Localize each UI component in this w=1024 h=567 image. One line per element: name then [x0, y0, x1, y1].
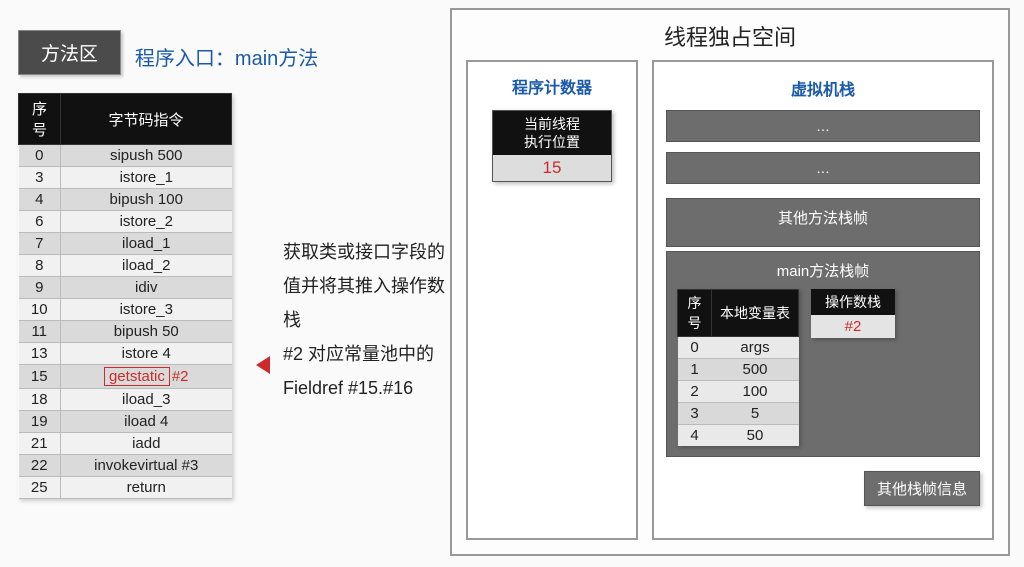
highlighted-operand: #2: [172, 368, 189, 385]
bytecode-row: 15getstatic#2: [19, 365, 232, 389]
bytecode-row: 0sipush 500: [19, 145, 232, 167]
explain-line: 值并将其推入操作数: [283, 269, 473, 303]
explain-line: 获取类或接口字段的: [283, 235, 473, 269]
bytecode-instruction: iload 4: [61, 411, 232, 433]
pc-current-value: 15: [493, 155, 611, 181]
stack-ellipsis-bar: …: [666, 152, 980, 184]
thread-exclusive-area: 线程独占空间 程序计数器 当前线程 执行位置 15 虚拟机栈 … … 其他方法栈…: [450, 8, 1010, 556]
explain-line: #2 对应常量池中的: [283, 337, 473, 371]
method-area-label: 方法区: [18, 30, 121, 75]
bytecode-row: 4bipush 100: [19, 189, 232, 211]
bytecode-row: 9idiv: [19, 277, 232, 299]
highlighted-instruction: getstatic: [104, 367, 170, 386]
vm-stack-title: 虚拟机栈: [666, 72, 980, 110]
bytecode-instruction: invokevirtual #3: [61, 455, 232, 477]
bytecode-index: 0: [19, 145, 61, 167]
lv-value: 5: [712, 403, 799, 425]
stack-ellipsis-bar: …: [666, 110, 980, 142]
bytecode-index: 7: [19, 233, 61, 255]
bytecode-instruction: istore 4: [61, 343, 232, 365]
operand-row: #2: [811, 315, 895, 338]
bytecode-row: 11bipush 50: [19, 321, 232, 343]
other-frame-info-label: 其他栈帧信息: [864, 471, 980, 506]
operand-stack-header: 操作数栈: [811, 289, 895, 315]
bytecode-index: 21: [19, 433, 61, 455]
bytecode-instruction: iload_3: [61, 389, 232, 411]
bytecode-instruction: sipush 500: [61, 145, 232, 167]
bytecode-index: 4: [19, 189, 61, 211]
lv-value: args: [712, 337, 799, 359]
bytecode-index: 25: [19, 477, 61, 499]
lv-index: 2: [678, 381, 712, 403]
bytecode-instruction: getstatic#2: [61, 365, 232, 389]
bytecode-row: 6istore_2: [19, 211, 232, 233]
other-method-frame: 其他方法栈帧: [666, 198, 980, 247]
bytecode-index: 18: [19, 389, 61, 411]
bytecode-index: 9: [19, 277, 61, 299]
bytecode-index: 13: [19, 343, 61, 365]
bytecode-row: 10istore_3: [19, 299, 232, 321]
lv-row: 450: [678, 425, 799, 447]
bytecode-instruction: bipush 100: [61, 189, 232, 211]
bytecode-row: 13istore 4: [19, 343, 232, 365]
lv-header-index: 序号: [678, 290, 712, 337]
lv-row: 0args: [678, 337, 799, 359]
lv-row: 1500: [678, 359, 799, 381]
vm-stack-box: 虚拟机栈 … … 其他方法栈帧 main方法栈帧 序号 本地变量表: [652, 60, 994, 540]
bytecode-instruction: bipush 50: [61, 321, 232, 343]
program-counter-box: 程序计数器 当前线程 执行位置 15: [466, 60, 638, 540]
bytecode-index: 10: [19, 299, 61, 321]
main-method-frame-title: main方法栈帧: [677, 260, 969, 289]
bytecode-index: 8: [19, 255, 61, 277]
other-method-frame-title: 其他方法栈帧: [677, 207, 969, 236]
bytecode-instruction: iload_2: [61, 255, 232, 277]
entry-point-label: 程序入口：main方法: [135, 42, 318, 71]
lv-index: 0: [678, 337, 712, 359]
bytecode-header-instr: 字节码指令: [61, 94, 232, 145]
lv-row: 35: [678, 403, 799, 425]
lv-value: 100: [712, 381, 799, 403]
bytecode-instruction: istore_3: [61, 299, 232, 321]
bytecode-index: 11: [19, 321, 61, 343]
bytecode-instruction: iadd: [61, 433, 232, 455]
lv-value: 500: [712, 359, 799, 381]
bytecode-row: 8iload_2: [19, 255, 232, 277]
bytecode-index: 22: [19, 455, 61, 477]
bytecode-instruction: idiv: [61, 277, 232, 299]
bytecode-row: 18iload_3: [19, 389, 232, 411]
bytecode-index: 19: [19, 411, 61, 433]
bytecode-header-index: 序号: [19, 94, 61, 145]
instruction-explanation: 获取类或接口字段的 值并将其推入操作数 栈 #2 对应常量池中的 Fieldre…: [283, 235, 473, 405]
bytecode-instruction: istore_1: [61, 167, 232, 189]
thread-area-title: 线程独占空间: [452, 10, 1008, 60]
bytecode-instruction: return: [61, 477, 232, 499]
bytecode-index: 6: [19, 211, 61, 233]
lv-index: 1: [678, 359, 712, 381]
lv-index: 4: [678, 425, 712, 447]
local-variable-table: 序号 本地变量表 0args1500210035450: [677, 289, 799, 446]
bytecode-row: 3istore_1: [19, 167, 232, 189]
bytecode-instruction: iload_1: [61, 233, 232, 255]
bytecode-row: 25return: [19, 477, 232, 499]
bytecode-row: 7iload_1: [19, 233, 232, 255]
bytecode-index: 3: [19, 167, 61, 189]
pc-current-label: 当前线程 执行位置: [493, 111, 611, 155]
operand-value: #2: [811, 315, 895, 338]
explain-line: Fieldref #15.#16: [283, 371, 473, 405]
lv-index: 3: [678, 403, 712, 425]
bytecode-table: 序号 字节码指令 0sipush 5003istore_14bipush 100…: [18, 93, 232, 499]
lv-value: 50: [712, 425, 799, 447]
lv-row: 2100: [678, 381, 799, 403]
explain-line: 栈: [283, 303, 473, 337]
bytecode-row: 19iload 4: [19, 411, 232, 433]
bytecode-instruction: istore_2: [61, 211, 232, 233]
bytecode-row: 21iadd: [19, 433, 232, 455]
current-instruction-pointer-icon: [256, 356, 270, 374]
program-counter-title: 程序计数器: [468, 62, 636, 110]
operand-stack-table: 操作数栈 #2: [811, 289, 895, 338]
bytecode-index: 15: [19, 365, 61, 389]
main-method-frame: main方法栈帧 序号 本地变量表 0args1500210035450: [666, 251, 980, 457]
bytecode-row: 22invokevirtual #3: [19, 455, 232, 477]
lv-header-name: 本地变量表: [712, 290, 799, 337]
